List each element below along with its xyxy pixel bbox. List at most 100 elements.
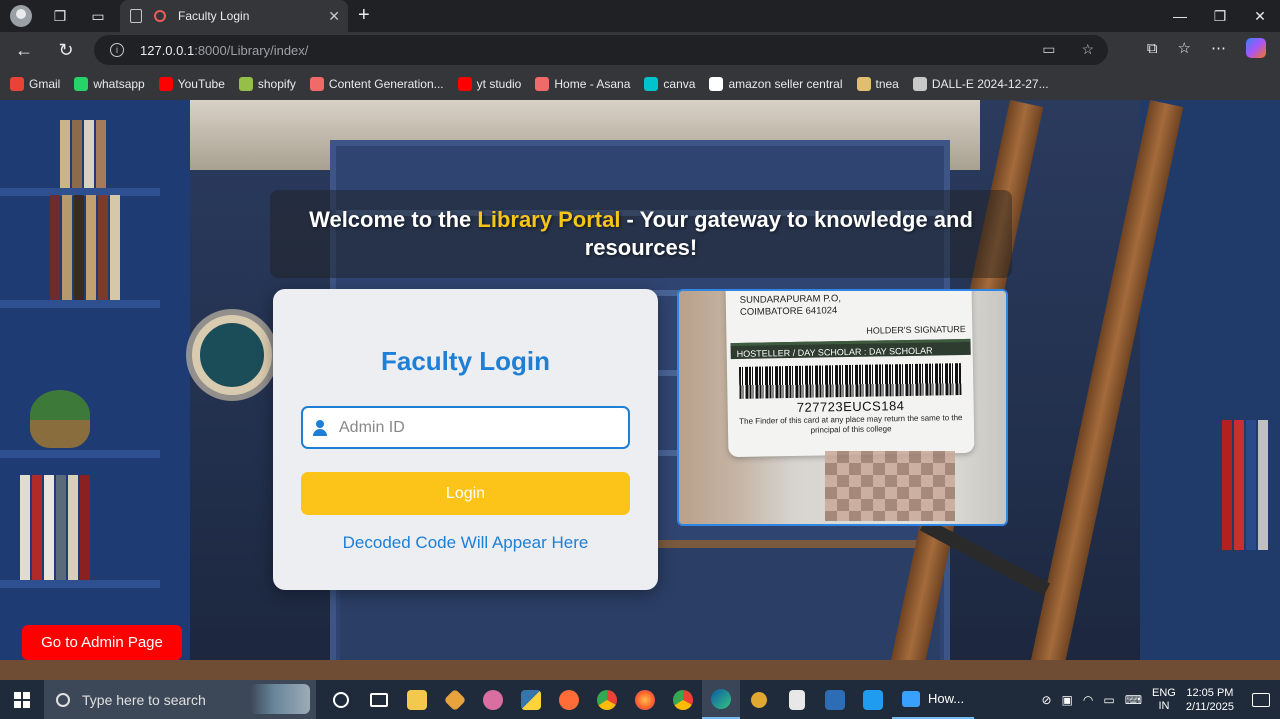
- system-tray: ⊘ ▣ ◠ ▭ ⌨ ENG IN 12:05 PM 2/11/2025: [1041, 680, 1280, 719]
- barcode-camera-preview: SUNDARAPURAM P.O, COIMBATORE 641024 HOLD…: [677, 289, 1008, 526]
- bookmark-item[interactable]: shopify: [238, 77, 296, 91]
- bookmark-item[interactable]: YouTube: [158, 77, 225, 91]
- sunburst-mirror: [192, 315, 272, 395]
- favorite-star-icon[interactable]: ☆: [1081, 41, 1094, 58]
- windows-logo-icon: [14, 691, 30, 708]
- admin-id-input[interactable]: [339, 418, 619, 437]
- bookmark-label: shopify: [257, 77, 296, 91]
- tab-title: Faculty Login: [178, 9, 250, 23]
- profile-avatar[interactable]: [10, 5, 32, 27]
- login-title: Faculty Login: [381, 346, 550, 376]
- welcome-prefix: Welcome to the: [309, 207, 478, 232]
- canva-icon: [644, 77, 659, 91]
- search-icon: [56, 692, 70, 707]
- youtube-icon: [158, 77, 173, 91]
- restore-icon[interactable]: ❐: [1200, 0, 1240, 32]
- workspaces-icon[interactable]: ❐: [46, 2, 74, 30]
- faculty-login-card: Faculty Login Login Decoded Code Will Ap…: [273, 289, 658, 590]
- system-clock[interactable]: 12:05 PM 2/11/2025: [1186, 686, 1234, 714]
- cortana-icon[interactable]: [322, 680, 360, 719]
- taskbar-search[interactable]: Type here to search: [44, 680, 316, 719]
- favorites-icon[interactable]: ☆: [1178, 39, 1191, 57]
- copilot-icon[interactable]: [1246, 38, 1266, 58]
- notifications-icon[interactable]: [1252, 692, 1270, 707]
- tab-faculty-login[interactable]: Faculty Login ✕: [120, 0, 348, 32]
- lang-code: ENG: [1152, 686, 1176, 699]
- address-bar[interactable]: i 127.0.0.1:8000/Library/index/ ▭ ☆: [94, 35, 1108, 65]
- new-tab-icon[interactable]: +: [358, 4, 370, 27]
- edge-icon[interactable]: [702, 680, 740, 719]
- postman-icon[interactable]: [550, 680, 588, 719]
- tnea-icon: [856, 77, 871, 91]
- extensions-icon[interactable]: ⧉: [1147, 40, 1158, 57]
- close-tab-icon[interactable]: ✕: [328, 8, 340, 25]
- close-window-icon[interactable]: ✕: [1240, 0, 1280, 32]
- url-host: 127.0.0.1: [140, 42, 195, 58]
- menu-icon[interactable]: ⋯: [1211, 39, 1226, 57]
- go-to-admin-button[interactable]: Go to Admin Page: [22, 625, 182, 660]
- bookmark-item[interactable]: whatsapp: [74, 77, 145, 91]
- id-card-image: SUNDARAPURAM P.O, COIMBATORE 641024 HOLD…: [725, 291, 975, 458]
- minimize-icon[interactable]: —: [1160, 0, 1200, 32]
- decoded-code-text: Decoded Code Will Appear Here: [342, 533, 589, 552]
- app-icon[interactable]: [474, 680, 512, 719]
- asana-icon: [535, 77, 550, 91]
- bookmark-item[interactable]: canva: [644, 77, 695, 91]
- clock-date: 2/11/2025: [1185, 700, 1234, 713]
- welcome-text: Welcome to the Library Portal - Your gat…: [294, 206, 988, 262]
- bookmark-label: Gmail: [29, 77, 61, 91]
- medal-icon[interactable]: [740, 680, 778, 719]
- camera-permission-icon[interactable]: ▭: [1042, 41, 1055, 58]
- browser-navbar: ← ↻ i 127.0.0.1:8000/Library/index/ ▭ ☆ …: [0, 32, 1280, 68]
- battery-icon[interactable]: ▭: [1103, 693, 1114, 707]
- meet-icon[interactable]: ▣: [1062, 693, 1073, 707]
- bookmarks-bar: Gmail whatsapp YouTube shopify Content Gener…: [0, 68, 1280, 100]
- document-icon[interactable]: [778, 680, 816, 719]
- bookmark-item[interactable]: Home - Asana: [535, 77, 630, 91]
- tab-actions-icon[interactable]: ▭: [84, 2, 112, 30]
- chrome-icon[interactable]: [588, 680, 626, 719]
- bookmark-label: Home - Asana: [554, 77, 631, 91]
- site-info-icon[interactable]: i: [110, 43, 124, 57]
- bookmark-item[interactable]: DALL-E 2024-12-27...: [912, 77, 1049, 91]
- bookmark-item[interactable]: Gmail: [10, 77, 60, 91]
- bookmark-item[interactable]: yt studio: [457, 77, 522, 91]
- card-type-text: HOSTELLER / DAY SCHOLAR : DAY SCHOLAR: [736, 345, 933, 359]
- bookmark-label: whatsapp: [93, 77, 145, 91]
- welcome-banner: Welcome to the Library Portal - Your gat…: [270, 190, 1012, 278]
- shopify-icon: [238, 77, 253, 91]
- bookmark-label: tnea: [875, 77, 899, 91]
- gmail-icon: [10, 77, 24, 91]
- lang-region: IN: [1158, 699, 1170, 712]
- bookmark-item[interactable]: amazon seller central: [709, 77, 843, 91]
- bookmark-item[interactable]: tnea: [856, 77, 899, 91]
- pixelated-region: [825, 451, 955, 521]
- clock-time: 12:05 PM: [1186, 686, 1234, 699]
- wifi-icon[interactable]: ◠: [1083, 693, 1093, 707]
- python-icon[interactable]: [512, 680, 550, 719]
- login-button[interactable]: Login: [301, 472, 630, 515]
- network-tool-icon[interactable]: [816, 680, 854, 719]
- bookmark-item[interactable]: Content Generation...: [309, 77, 444, 91]
- refresh-icon[interactable]: ↻: [50, 34, 82, 66]
- network-off-icon[interactable]: ⊘: [1041, 693, 1051, 707]
- start-button[interactable]: [0, 680, 44, 719]
- language-indicator[interactable]: ENG IN: [1152, 687, 1176, 713]
- vscode-icon[interactable]: [854, 680, 892, 719]
- bookmark-label: yt studio: [476, 77, 522, 91]
- chrome-profile-icon[interactable]: [664, 680, 702, 719]
- card-address-line2: COIMBATORE 641024: [739, 305, 838, 318]
- bookmark-label: DALL-E 2024-12-27...: [931, 77, 1049, 91]
- taskbar-app-how[interactable]: How...: [892, 680, 975, 719]
- git-icon[interactable]: [436, 680, 474, 719]
- task-view-icon[interactable]: [360, 680, 398, 719]
- bookmark-label: Content Generation...: [328, 77, 444, 91]
- back-icon[interactable]: ←: [8, 34, 40, 66]
- admin-id-field[interactable]: [301, 406, 630, 449]
- firefox-icon[interactable]: [626, 680, 664, 719]
- taskbar-search-placeholder: Type here to search: [82, 691, 206, 708]
- tab-favicon-icon: [154, 10, 166, 22]
- keyboard-icon[interactable]: ⌨: [1125, 693, 1142, 707]
- browser-titlebar: ❐ ▭ Faculty Login ✕ + — ❐ ✕: [0, 0, 1280, 32]
- file-explorer-icon[interactable]: [398, 680, 436, 719]
